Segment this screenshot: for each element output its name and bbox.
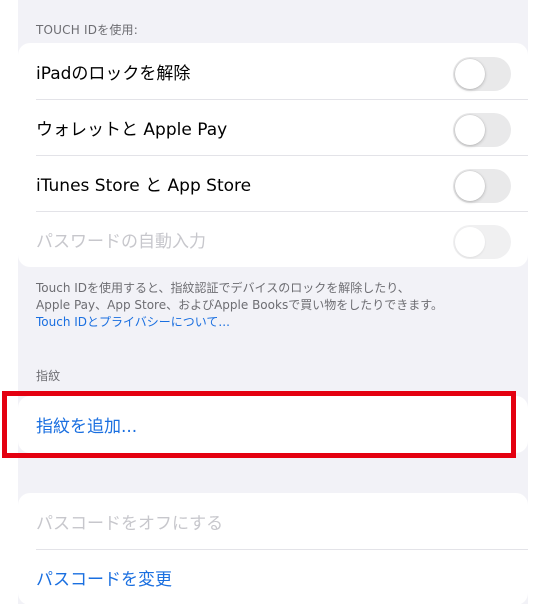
turn-off-passcode-label: パスコードをオフにする: [36, 513, 224, 534]
footer-line-2: Apple Pay、App Store、およびApple Booksで買い物をし…: [36, 298, 443, 312]
wallet-apple-pay-label: ウォレットと Apple Pay: [36, 119, 228, 140]
password-autofill-label: パスワードの自動入力: [36, 231, 206, 252]
itunes-app-store-row[interactable]: iTunes Store と App Store: [18, 155, 528, 211]
passcode-group: パスコードをオフにする パスコードを変更: [18, 493, 528, 605]
fingerprint-group: 指紋を追加...: [18, 396, 528, 453]
settings-screen: TOUCH IDを使用: iPadのロックを解除 ウォレットと Apple Pa…: [18, 0, 528, 605]
change-passcode-row[interactable]: パスコードを変更: [18, 549, 528, 605]
footer-line-1: Touch IDを使用すると、指紋認証でデバイスのロックを解除したり、: [36, 281, 410, 295]
turn-off-passcode-row: パスコードをオフにする: [18, 493, 528, 549]
password-autofill-row: パスワードの自動入力: [18, 211, 528, 267]
touch-id-privacy-link[interactable]: Touch IDとプライバシーについて...: [36, 314, 516, 331]
password-autofill-toggle: [453, 225, 511, 259]
touch-id-options-group: iPadのロックを解除 ウォレットと Apple Pay iTunes Stor…: [18, 43, 528, 267]
wallet-apple-pay-toggle[interactable]: [453, 113, 511, 147]
add-fingerprint-button[interactable]: 指紋を追加...: [36, 412, 137, 437]
touch-id-footer: Touch IDを使用すると、指紋認証でデバイスのロックを解除したり、 Appl…: [36, 280, 516, 331]
toggle-knob: [455, 115, 485, 145]
itunes-app-store-label: iTunes Store と App Store: [36, 175, 252, 196]
unlock-ipad-label: iPadのロックを解除: [36, 63, 191, 84]
toggle-knob: [455, 227, 485, 257]
toggle-knob: [455, 59, 485, 89]
wallet-apple-pay-row[interactable]: ウォレットと Apple Pay: [18, 99, 528, 155]
add-fingerprint-row[interactable]: 指紋を追加...: [18, 396, 528, 453]
unlock-ipad-toggle[interactable]: [453, 57, 511, 91]
touch-id-section-header: TOUCH IDを使用:: [36, 23, 138, 37]
toggle-knob: [455, 171, 485, 201]
fingerprint-section-header: 指紋: [36, 369, 61, 383]
change-passcode-button[interactable]: パスコードを変更: [36, 565, 172, 590]
itunes-app-store-toggle[interactable]: [453, 169, 511, 203]
unlock-ipad-row[interactable]: iPadのロックを解除: [18, 43, 528, 99]
